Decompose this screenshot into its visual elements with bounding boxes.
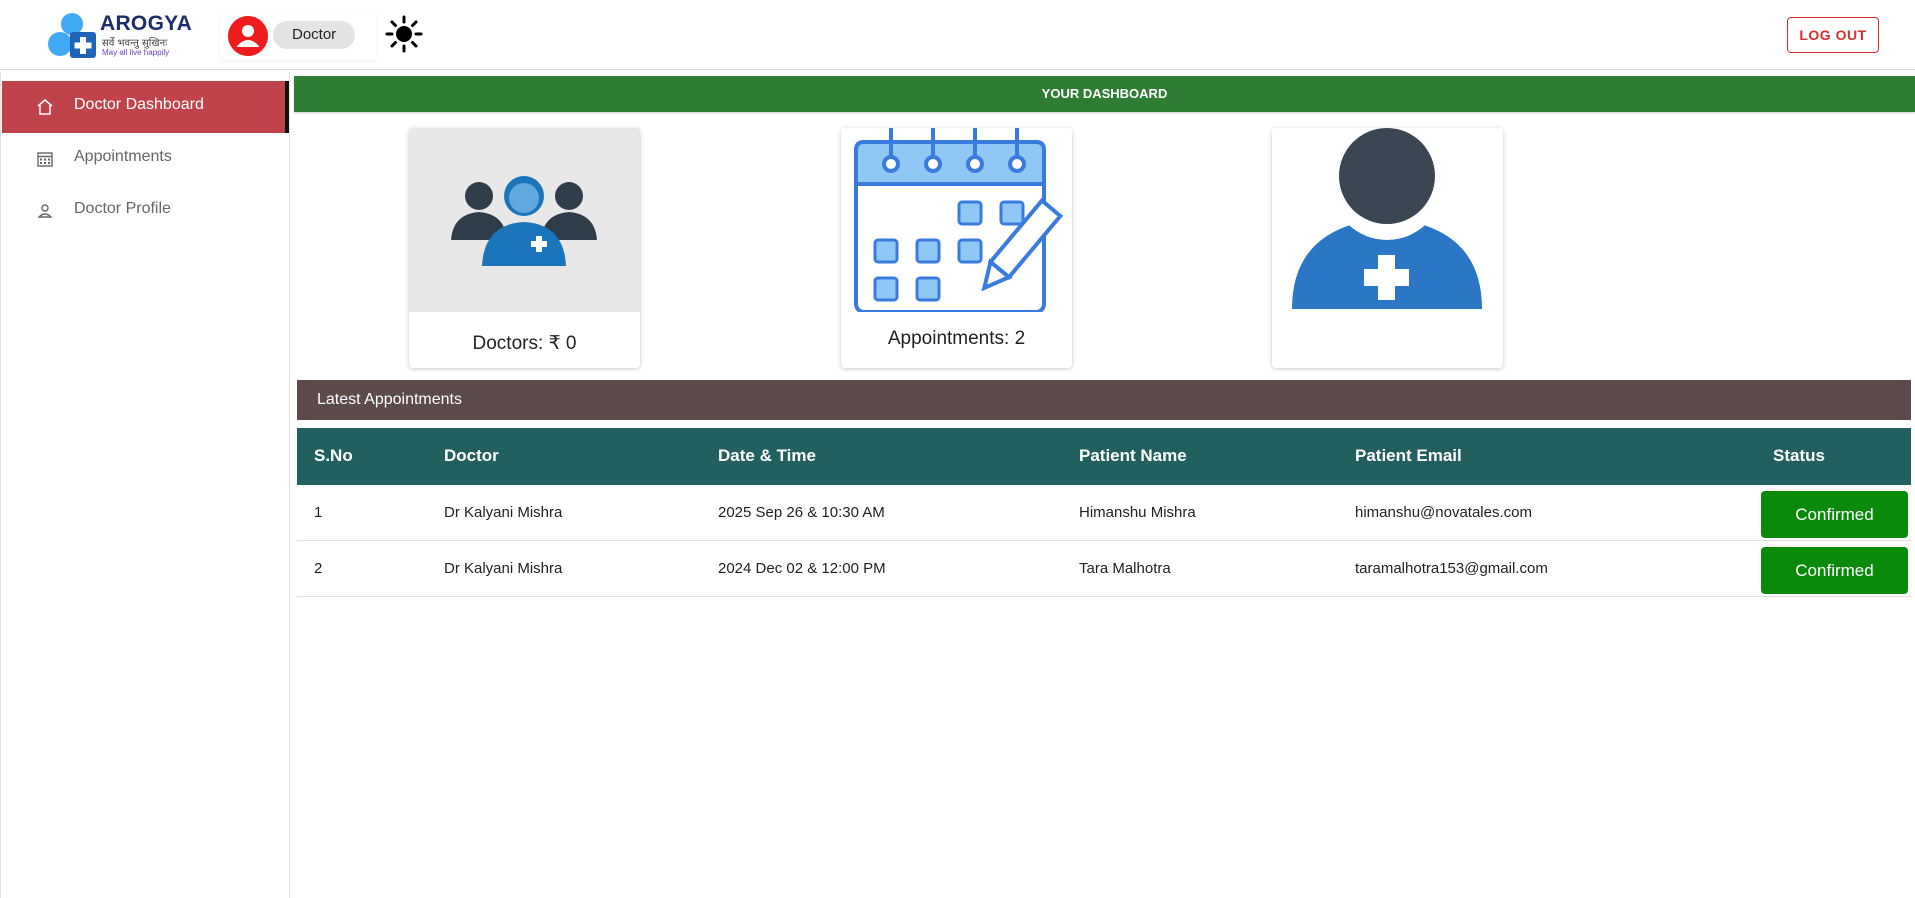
logo-title: AROGYA xyxy=(100,12,193,35)
logout-button[interactable]: LOG OUT xyxy=(1787,17,1879,53)
doctors-group-icon xyxy=(409,128,640,312)
cell-sno: 2 xyxy=(314,560,323,577)
status-badge[interactable]: Confirmed xyxy=(1761,547,1908,594)
cell-sno: 1 xyxy=(314,504,323,521)
table-row[interactable]: 1 Dr Kalyani Mishra 2025 Sep 26 & 10:30 … xyxy=(297,485,1911,541)
sidebar-item-label: Doctor Dashboard xyxy=(74,96,204,113)
cell-patient-name: Tara Malhotra xyxy=(1079,560,1171,577)
cell-patient-email: taramalhotra153@gmail.com xyxy=(1355,560,1548,577)
column-header-status: Status xyxy=(1773,446,1825,465)
cell-patient-email: himanshu@novatales.com xyxy=(1355,504,1532,521)
sidebar: Doctor Dashboard Appointments Doctor Pro… xyxy=(0,72,290,898)
status-badge[interactable]: Confirmed xyxy=(1761,491,1908,538)
arogya-logo[interactable]: AROGYA सर्वे भवन्तु सुखिनः May all live … xyxy=(48,8,192,60)
sidebar-item-doctor-dashboard[interactable]: Doctor Dashboard xyxy=(2,81,289,133)
appointments-count-label: Appointments: 2 xyxy=(887,328,1026,349)
user-chip[interactable]: Doctor xyxy=(220,10,376,60)
medical-person-icon xyxy=(1272,128,1503,312)
role-badge: Doctor xyxy=(273,21,356,49)
sun-icon[interactable] xyxy=(385,15,423,53)
latest-appointments-title: Latest Appointments xyxy=(297,380,1911,420)
column-header-date-time: Date & Time xyxy=(718,446,816,465)
table-row[interactable]: 2 Dr Kalyani Mishra 2024 Dec 02 & 12:00 … xyxy=(297,541,1911,597)
sidebar-item-label: Appointments xyxy=(74,148,172,165)
cell-doctor: Dr Kalyani Mishra xyxy=(444,560,563,577)
sidebar-item-doctor-profile[interactable]: Doctor Profile xyxy=(2,185,289,237)
user-avatar-icon xyxy=(228,16,268,56)
dashboard-banner: YOUR DASHBOARD xyxy=(294,76,1915,112)
person-icon xyxy=(37,204,53,218)
doctors-count-label: Doctors: ₹ 0 xyxy=(472,333,577,354)
logo-hindi-text: सर्वे भवन्तु सुखिनः xyxy=(102,38,168,49)
sidebar-item-appointments[interactable]: Appointments xyxy=(2,133,289,185)
logo-tagline: May all live happily xyxy=(102,48,170,57)
column-header-patient-email: Patient Email xyxy=(1355,446,1462,465)
cell-date-time: 2025 Sep 26 & 10:30 AM xyxy=(718,504,885,521)
doctors-count-card[interactable]: Doctors: ₹ 0 xyxy=(409,128,640,368)
home-icon xyxy=(37,99,53,115)
calendar-schedule-icon xyxy=(841,128,1072,312)
column-header-doctor: Doctor xyxy=(444,446,499,465)
cell-doctor: Dr Kalyani Mishra xyxy=(444,504,563,521)
logo-cross-icon xyxy=(48,13,96,58)
table-header: S.No Doctor Date & Time Patient Name Pat… xyxy=(297,428,1911,485)
profile-card[interactable] xyxy=(1272,128,1503,368)
sidebar-item-label: Doctor Profile xyxy=(74,200,171,217)
calendar-icon xyxy=(37,152,53,167)
column-header-patient-name: Patient Name xyxy=(1079,446,1187,465)
top-bar: AROGYA सर्वे भवन्तु सुखिनः May all live … xyxy=(0,0,1915,70)
cell-date-time: 2024 Dec 02 & 12:00 PM xyxy=(718,560,886,577)
cell-patient-name: Himanshu Mishra xyxy=(1079,504,1196,521)
appointments-count-card[interactable]: Appointments: 2 xyxy=(841,128,1072,368)
column-header-sno: S.No xyxy=(314,446,353,465)
